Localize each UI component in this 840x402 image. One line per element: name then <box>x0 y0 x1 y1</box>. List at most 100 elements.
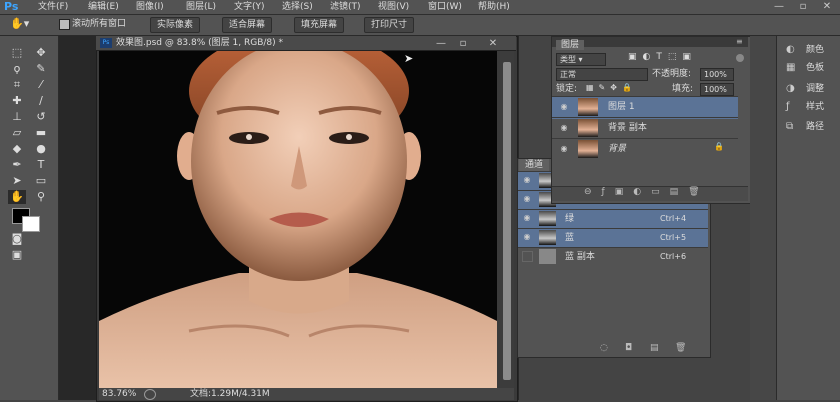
menu-window[interactable]: 窗口(W) <box>428 0 462 14</box>
layer-thumbnail <box>578 119 598 137</box>
dodge-tool-icon[interactable]: ● <box>32 142 50 156</box>
lock-icon: 🔒 <box>714 142 724 151</box>
fill-screen-button[interactable]: 填充屏幕 <box>294 17 345 33</box>
scroll-all-windows-checkbox[interactable] <box>59 19 70 30</box>
screen-mode-icon[interactable]: ▣ <box>8 248 26 262</box>
layer-footer-icons[interactable]: ⊖ƒ▣◐▭▤🗑 <box>584 187 710 197</box>
menu-view[interactable]: 视图(V) <box>378 0 409 14</box>
doc-close-button[interactable]: ✕ <box>482 37 504 50</box>
layer-name[interactable]: 背景 副本 <box>608 119 647 137</box>
actual-pixels-button[interactable]: 实际像素 <box>150 17 201 33</box>
layer-name[interactable]: 背景 <box>608 140 626 158</box>
opacity-input[interactable]: 100% <box>700 68 734 81</box>
new-channel-icon[interactable]: ▤ <box>650 343 659 353</box>
tab-layers[interactable]: 图层 <box>556 40 584 50</box>
channel-name: 蓝 副本 <box>565 252 595 262</box>
healing-tool-icon[interactable]: ✚ <box>8 94 26 108</box>
quick-select-tool-icon[interactable]: ✎ <box>32 62 50 76</box>
app-close-button[interactable]: ✕ <box>816 0 838 13</box>
channel-shortcut: Ctrl+5 <box>660 233 687 242</box>
eraser-tool-icon[interactable]: ▱ <box>8 126 26 140</box>
lock-label: 锁定: <box>556 84 578 94</box>
dock-paths[interactable]: 路径 <box>806 120 824 134</box>
pen-tool-icon[interactable]: ✒ <box>8 158 26 172</box>
brush-tool-icon[interactable]: ∕ <box>32 94 50 108</box>
gradient-tool-icon[interactable]: ▬ <box>32 126 50 140</box>
channel-thumbnail <box>539 211 556 226</box>
eye-icon[interactable]: ◉ <box>522 213 532 223</box>
save-selection-icon[interactable]: ◘ <box>625 343 632 353</box>
zoom-level[interactable]: 83.76% <box>102 388 136 400</box>
dock-swatches[interactable]: 色板 <box>806 61 824 75</box>
app-minimize-button[interactable]: — <box>768 0 790 13</box>
channel-shortcut: Ctrl+6 <box>660 252 687 261</box>
eye-icon[interactable]: ◉ <box>522 175 532 185</box>
history-brush-tool-icon[interactable]: ↺ <box>32 110 50 124</box>
eye-icon[interactable]: ◉ <box>559 102 569 112</box>
status-info-icon[interactable] <box>144 389 156 400</box>
photoshop-logo: Ps <box>4 0 19 13</box>
app-maximize-button[interactable]: ▫ <box>792 0 814 13</box>
document-size: 文档:1.29M/4.31M <box>190 389 270 399</box>
path-select-tool-icon[interactable]: ➤ <box>8 174 26 188</box>
filter-toggle[interactable] <box>736 54 744 62</box>
lock-icons[interactable]: ▦✎✥🔒 <box>586 83 637 92</box>
adjustments-icon[interactable]: ◑ <box>786 83 795 94</box>
delete-channel-icon[interactable]: 🗑 <box>675 343 686 353</box>
fit-screen-button[interactable]: 适合屏幕 <box>222 17 273 33</box>
shape-tool-icon[interactable]: ▭ <box>32 174 50 188</box>
layer-filter-icons[interactable]: ▣◐T⬚▣ <box>628 52 697 62</box>
menu-image[interactable]: 图像(I) <box>136 0 164 14</box>
color-icon[interactable]: ◐ <box>786 44 795 55</box>
load-selection-icon[interactable]: ◌ <box>600 343 608 353</box>
visibility-toggle[interactable] <box>522 251 533 262</box>
lasso-tool-icon[interactable]: ϙ <box>8 62 26 76</box>
layer-thumbnail <box>578 140 598 158</box>
menu-bar <box>0 0 840 15</box>
panel-menu-icon[interactable]: ≡ <box>736 37 743 46</box>
dock-color[interactable]: 颜色 <box>806 43 824 57</box>
eye-icon[interactable]: ◉ <box>559 123 569 133</box>
layer-name[interactable]: 图层 1 <box>608 98 635 116</box>
doc-minimize-button[interactable]: — <box>430 37 452 50</box>
menu-help[interactable]: 帮助(H) <box>478 0 510 14</box>
eyedropper-tool-icon[interactable]: ⁄ <box>32 78 50 92</box>
vertical-scrollbar-thumb[interactable] <box>503 62 511 380</box>
hand-tool-icon[interactable]: ✋ <box>8 190 26 204</box>
menu-layer[interactable]: 图层(L) <box>186 0 216 14</box>
menu-select[interactable]: 选择(S) <box>282 0 313 14</box>
type-tool-icon[interactable]: T <box>32 158 50 172</box>
fill-input[interactable]: 100% <box>700 83 734 96</box>
quick-mask-icon[interactable]: ◙ <box>8 232 26 246</box>
blend-mode-select[interactable]: 正常 <box>556 68 648 81</box>
menu-type[interactable]: 文字(Y) <box>234 0 265 14</box>
opacity-label: 不透明度: <box>652 69 692 79</box>
layer-kind-select[interactable]: 类型 ▾ <box>556 53 606 66</box>
background-color-swatch[interactable] <box>22 216 40 232</box>
layer-thumbnail <box>578 98 598 116</box>
tab-channels[interactable]: 通道 <box>519 159 549 171</box>
stamp-tool-icon[interactable]: ⊥ <box>8 110 26 124</box>
zoom-tool-icon[interactable]: ⚲ <box>32 190 50 204</box>
swatches-icon[interactable]: ▦ <box>786 62 795 73</box>
channel-shortcut: Ctrl+4 <box>660 214 687 223</box>
blur-tool-icon[interactable]: ◆ <box>8 142 26 156</box>
paths-icon[interactable]: ⧉ <box>786 121 793 132</box>
dock-styles[interactable]: 样式 <box>806 100 824 114</box>
marquee-tool-icon[interactable]: ⬚ <box>8 46 26 60</box>
hand-tool-preset-icon[interactable]: ✋▾ <box>10 17 36 31</box>
menu-filter[interactable]: 滤镜(T) <box>330 0 361 14</box>
dock-adjustments[interactable]: 调整 <box>806 82 824 96</box>
print-size-button[interactable]: 打印尺寸 <box>364 17 415 33</box>
move-tool-icon[interactable]: ✥ <box>32 46 50 60</box>
menu-edit[interactable]: 编辑(E) <box>88 0 119 14</box>
styles-icon[interactable]: ƒ <box>786 101 790 112</box>
crop-tool-icon[interactable]: ⌗ <box>8 78 26 92</box>
eye-icon[interactable]: ◉ <box>522 194 532 204</box>
menu-file[interactable]: 文件(F) <box>38 0 68 14</box>
canvas-image[interactable] <box>99 51 497 388</box>
eye-icon[interactable]: ◉ <box>522 232 532 242</box>
doc-maximize-button[interactable]: ▫ <box>452 37 474 50</box>
fill-label: 填充: <box>672 84 694 94</box>
eye-icon[interactable]: ◉ <box>559 144 569 154</box>
